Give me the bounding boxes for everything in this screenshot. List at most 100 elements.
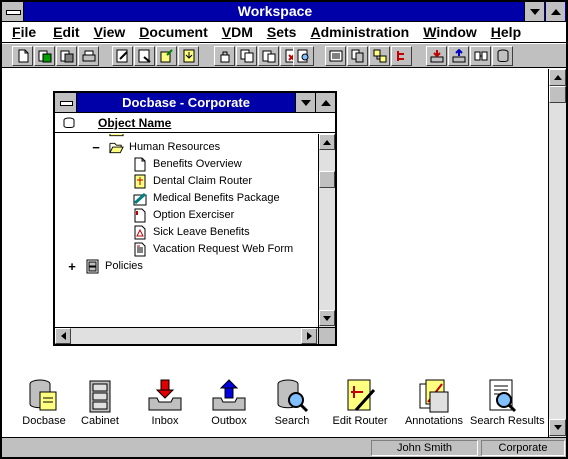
toolbar-copy-button[interactable]	[236, 46, 257, 66]
maximize-icon	[550, 8, 561, 15]
toolbar-view-button[interactable]	[134, 46, 155, 66]
tree-row[interactable]: Medical Benefits Package	[115, 190, 280, 207]
docbase-window[interactable]: Docbase - Corporate Object Name +Resourc…	[53, 91, 337, 346]
launch-search-button[interactable]: Search	[260, 378, 324, 427]
menu-document[interactable]: Document	[132, 23, 214, 42]
tree-row[interactable]: − Human Resources	[91, 139, 220, 156]
scroll-up-button[interactable]	[549, 69, 566, 86]
system-menu-button[interactable]	[2, 2, 24, 21]
title-bar[interactable]: Workspace	[2, 2, 566, 22]
minimize-icon	[300, 99, 311, 106]
status-user: John Smith	[371, 440, 478, 456]
tree-row[interactable]: Vacation Request Web Form	[115, 241, 293, 258]
toolbar-edit-button[interactable]	[112, 46, 133, 66]
status-docbase: Corporate	[481, 440, 565, 456]
edit-icon	[116, 49, 128, 63]
scroll-down-button[interactable]	[549, 419, 566, 436]
launch-outbox-button[interactable]: Outbox	[197, 378, 261, 427]
tree-row-label: Benefits Overview	[153, 158, 242, 170]
launch-label: Edit Router	[332, 415, 388, 427]
tree-row-label: Vacation Request Web Form	[153, 243, 294, 255]
tree-vertical-scrollbar[interactable]	[318, 134, 335, 327]
toolbar-inbox-button[interactable]	[426, 46, 447, 66]
search-icon	[274, 378, 310, 414]
docbase-minimize-button[interactable]	[295, 93, 315, 112]
toolbar-relations-button[interactable]	[369, 46, 390, 66]
tree-row-label: Human Resources	[129, 141, 221, 153]
toolbar-find-button[interactable]	[293, 46, 314, 66]
launch-label: Inbox	[151, 415, 179, 427]
toolbar-workflow-button[interactable]	[470, 46, 491, 66]
tree-horizontal-scrollbar[interactable]	[55, 327, 318, 344]
menu-vdm[interactable]: VDM	[215, 23, 260, 42]
checkin-icon	[60, 50, 73, 63]
docbase-maximize-button[interactable]	[315, 93, 335, 112]
tree-row[interactable]: Dental Claim Router	[115, 173, 252, 190]
toolbar-new-button[interactable]	[12, 46, 33, 66]
scroll-thumb[interactable]	[549, 86, 566, 103]
menu-edit[interactable]: Edit	[46, 23, 86, 42]
tree-scroll-thumb[interactable]	[319, 171, 335, 188]
menu-bar: File Edit View Document VDM Sets Administratio…	[2, 23, 566, 43]
main-vertical-scrollbar[interactable]	[548, 69, 566, 437]
menu-help[interactable]: Help	[484, 23, 528, 42]
minimize-button[interactable]	[524, 2, 544, 21]
arrow-up-icon	[323, 139, 331, 145]
menu-file[interactable]: File	[2, 23, 43, 42]
maximize-icon	[320, 99, 331, 106]
toolbar-outbox-button[interactable]	[448, 46, 469, 66]
expand-icon[interactable]: +	[91, 134, 101, 137]
docbase-title-bar[interactable]: Docbase - Corporate	[55, 93, 335, 113]
import-icon	[183, 49, 194, 63]
tree-scroll-right-button[interactable]	[301, 328, 317, 344]
maximize-button[interactable]	[545, 2, 565, 21]
menu-view[interactable]: View	[87, 23, 133, 42]
status-bar: John Smith Corporate	[2, 437, 566, 457]
collapse-icon[interactable]: −	[91, 141, 101, 154]
toolbar-properties-button[interactable]	[325, 46, 346, 66]
export-icon	[160, 49, 173, 63]
docbase-system-menu[interactable]	[55, 93, 77, 112]
launch-search-results-button[interactable]: Search Results	[470, 378, 545, 427]
router-doc-icon	[133, 174, 148, 189]
launch-cabinet-button[interactable]: Cabinet	[68, 378, 132, 427]
toolbar-link-button[interactable]	[258, 46, 279, 66]
menu-administration[interactable]: Administration	[303, 23, 416, 42]
toolbar-tree-button[interactable]	[391, 46, 412, 66]
form-doc-icon	[133, 208, 148, 223]
object-tree: +Resources+Forms+Administration−Human Re…	[55, 134, 317, 327]
column-header-object-name[interactable]: Object Name	[98, 116, 171, 130]
launch-docbase-button[interactable]: Docbase	[12, 378, 76, 427]
tree-row[interactable]: + Policies	[67, 258, 143, 275]
toolbar-docbase-button[interactable]	[492, 46, 513, 66]
pdf-doc-icon	[133, 225, 148, 240]
launch-label: Search Results	[470, 415, 545, 427]
toolbar-lock-button[interactable]	[214, 46, 235, 66]
tree-row[interactable]: Option Exerciser	[115, 207, 234, 224]
window-title: Workspace	[237, 3, 313, 19]
launch-edit-router-button[interactable]: Edit Router	[328, 378, 392, 427]
toolbar	[2, 44, 566, 68]
tree-scroll-left-button[interactable]	[55, 328, 71, 344]
launch-inbox-button[interactable]: Inbox	[133, 378, 197, 427]
tree-row[interactable]: Sick Leave Benefits	[115, 224, 250, 241]
toolbar-versions-button[interactable]	[347, 46, 368, 66]
toolbar-checkin-button[interactable]	[56, 46, 77, 66]
toolbar-export-button[interactable]	[156, 46, 177, 66]
arrow-right-icon	[306, 332, 312, 340]
tree-row[interactable]: Benefits Overview	[115, 156, 242, 173]
menu-window[interactable]: Window	[416, 23, 484, 42]
launch-label: Annotations	[404, 415, 464, 427]
folder-icon	[109, 134, 124, 138]
column-header-row: Object Name	[55, 114, 335, 133]
toolbar-checkout-button[interactable]	[34, 46, 55, 66]
toolbar-print-button[interactable]	[78, 46, 99, 66]
package-doc-icon	[133, 191, 148, 206]
tree-scroll-down-button[interactable]	[319, 310, 335, 326]
toolbar-import-button[interactable]	[178, 46, 199, 66]
minimize-icon	[529, 8, 540, 15]
launch-annotations-button[interactable]: Annotations	[402, 378, 466, 427]
menu-sets[interactable]: Sets	[260, 23, 304, 42]
tree-scroll-up-button[interactable]	[319, 134, 335, 150]
expand-icon[interactable]: +	[67, 260, 77, 273]
